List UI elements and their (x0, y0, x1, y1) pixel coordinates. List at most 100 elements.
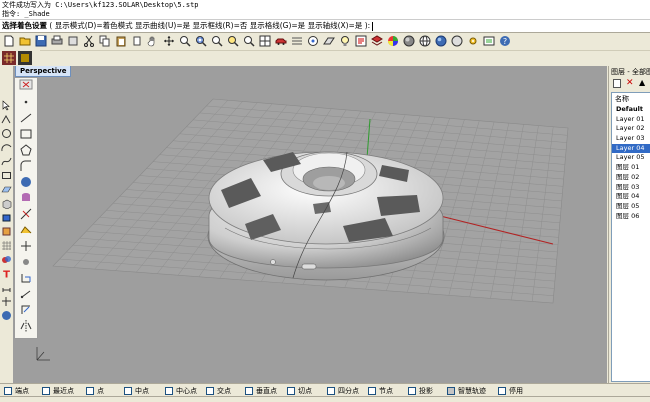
viewport-target-icon[interactable] (306, 34, 320, 48)
checkbox[interactable] (498, 387, 506, 395)
scale-icon[interactable] (19, 303, 33, 317)
car-icon[interactable] (274, 34, 288, 48)
checkbox[interactable] (206, 387, 214, 395)
grid-snap-icon[interactable] (2, 51, 16, 65)
object-properties-icon[interactable] (354, 34, 368, 48)
osnap-point[interactable]: 点 (86, 386, 104, 396)
open-folder-icon[interactable] (18, 34, 32, 48)
shaded-sphere-icon[interactable] (402, 34, 416, 48)
copy-object-icon[interactable] (19, 271, 33, 285)
layers-icon[interactable] (370, 34, 384, 48)
point-icon[interactable] (19, 95, 33, 109)
dimension-icon[interactable] (1, 282, 12, 293)
render-icon[interactable] (1, 310, 12, 321)
rotate-icon[interactable] (19, 287, 33, 301)
rendered-sphere-icon[interactable] (434, 34, 448, 48)
light-bulb-icon[interactable] (338, 34, 352, 48)
arc-icon[interactable] (1, 142, 12, 153)
surface-icon[interactable] (1, 184, 12, 195)
checkbox[interactable] (124, 387, 132, 395)
command-prompt-options[interactable]: ( 显示模式(D)=着色模式 显示曲线(U)=是 显示框线(R)=否 显示格线(… (49, 21, 370, 30)
checkbox[interactable] (327, 387, 335, 395)
polyline-icon[interactable] (1, 114, 12, 125)
explode-icon[interactable] (19, 239, 33, 253)
osnap-project[interactable]: 投影 (408, 386, 433, 396)
layer-item[interactable]: 图层 06 (612, 212, 650, 222)
checkbox[interactable] (408, 387, 416, 395)
transform-icon[interactable] (1, 296, 12, 307)
checkbox[interactable] (86, 387, 94, 395)
save-icon[interactable] (34, 34, 48, 48)
new-layer-icon[interactable] (613, 79, 621, 88)
record-icon[interactable] (18, 51, 32, 65)
osnap-intersection[interactable]: 交点 (206, 386, 231, 396)
rectangle-icon[interactable] (1, 170, 12, 181)
curve-icon[interactable] (1, 156, 12, 167)
color-wheel-icon[interactable] (386, 34, 400, 48)
zoom-all-icon[interactable] (242, 34, 256, 48)
undo-icon[interactable] (130, 34, 144, 48)
zoom-selected-icon[interactable] (226, 34, 240, 48)
layer-item[interactable]: 图层 02 (612, 173, 650, 183)
cylinder-icon[interactable] (19, 191, 33, 205)
options-icon[interactable] (482, 34, 496, 48)
import-icon[interactable] (66, 34, 80, 48)
layer-item[interactable]: Layer 05 (612, 153, 650, 163)
join-icon[interactable] (19, 223, 33, 237)
osnap-tangent[interactable]: 切点 (287, 386, 312, 396)
four-viewports-icon[interactable] (258, 34, 272, 48)
zoom-extents-icon[interactable] (210, 34, 224, 48)
rotate-view-icon[interactable] (162, 34, 176, 48)
mesh-icon[interactable] (1, 240, 12, 251)
zoom-window-icon[interactable] (194, 34, 208, 48)
osnap-center[interactable]: 中心点 (165, 386, 197, 396)
osnap-nearest[interactable]: 最近点 (42, 386, 74, 396)
osnap-endpoint[interactable]: 端点 (4, 386, 29, 396)
viewport-title-tab[interactable]: Perspective (15, 66, 72, 77)
select-filter-icon[interactable] (290, 34, 304, 48)
fillet-icon[interactable] (19, 159, 33, 173)
layers-column-header[interactable]: 名称 (612, 93, 650, 105)
osnap-knot[interactable]: 节点 (368, 386, 393, 396)
close-palette-icon[interactable] (19, 79, 33, 93)
osnap-smarttrack[interactable]: 智慧轨迹 (447, 386, 486, 396)
circle-icon[interactable] (1, 128, 12, 139)
layer-item[interactable]: Layer 02 (612, 124, 650, 134)
cplane-icon[interactable] (322, 34, 336, 48)
select-arrow-icon[interactable] (1, 100, 12, 111)
move-up-icon[interactable]: ▲ (639, 78, 645, 88)
mirror-icon[interactable] (19, 319, 33, 333)
split-icon[interactable] (19, 207, 33, 221)
polygon-icon[interactable] (19, 143, 33, 157)
checkbox-checked[interactable] (447, 387, 455, 395)
settings-gear-icon[interactable] (466, 34, 480, 48)
checkbox[interactable] (287, 387, 295, 395)
boolean-icon[interactable] (1, 254, 12, 265)
wireframe-sphere-icon[interactable] (418, 34, 432, 48)
copy-icon[interactable] (98, 34, 112, 48)
line-icon[interactable] (19, 111, 33, 125)
osnap-midpoint[interactable]: 中点 (124, 386, 149, 396)
solid-tools-icon[interactable] (1, 226, 12, 237)
osnap-quadrant[interactable]: 四分点 (327, 386, 359, 396)
command-prompt[interactable]: 选择着色设置 ( 显示模式(D)=着色模式 显示曲线(U)=是 显示框线(R)=… (0, 19, 650, 31)
layer-item[interactable]: Default (612, 105, 650, 115)
osnap-perpendicular[interactable]: 垂直点 (245, 386, 277, 396)
checkbox[interactable] (4, 387, 12, 395)
extrude-icon[interactable] (1, 212, 12, 223)
cut-icon[interactable] (82, 34, 96, 48)
delete-layer-icon[interactable]: ✕ (626, 79, 635, 88)
print-icon[interactable] (50, 34, 64, 48)
layer-item[interactable]: 图层 01 (612, 163, 650, 173)
osnap-disable[interactable]: 停用 (498, 386, 523, 396)
saucer-model[interactable] (207, 151, 445, 281)
layer-item[interactable]: 图层 03 (612, 183, 650, 193)
layer-item[interactable]: 图层 05 (612, 202, 650, 212)
box-icon[interactable] (1, 198, 12, 210)
checkbox[interactable] (165, 387, 173, 395)
text-tool-icon[interactable]: T (1, 268, 12, 281)
layer-item[interactable]: Layer 03 (612, 134, 650, 144)
new-file-icon[interactable] (2, 34, 16, 48)
move-icon[interactable] (19, 255, 33, 269)
ghosted-sphere-icon[interactable] (450, 34, 464, 48)
